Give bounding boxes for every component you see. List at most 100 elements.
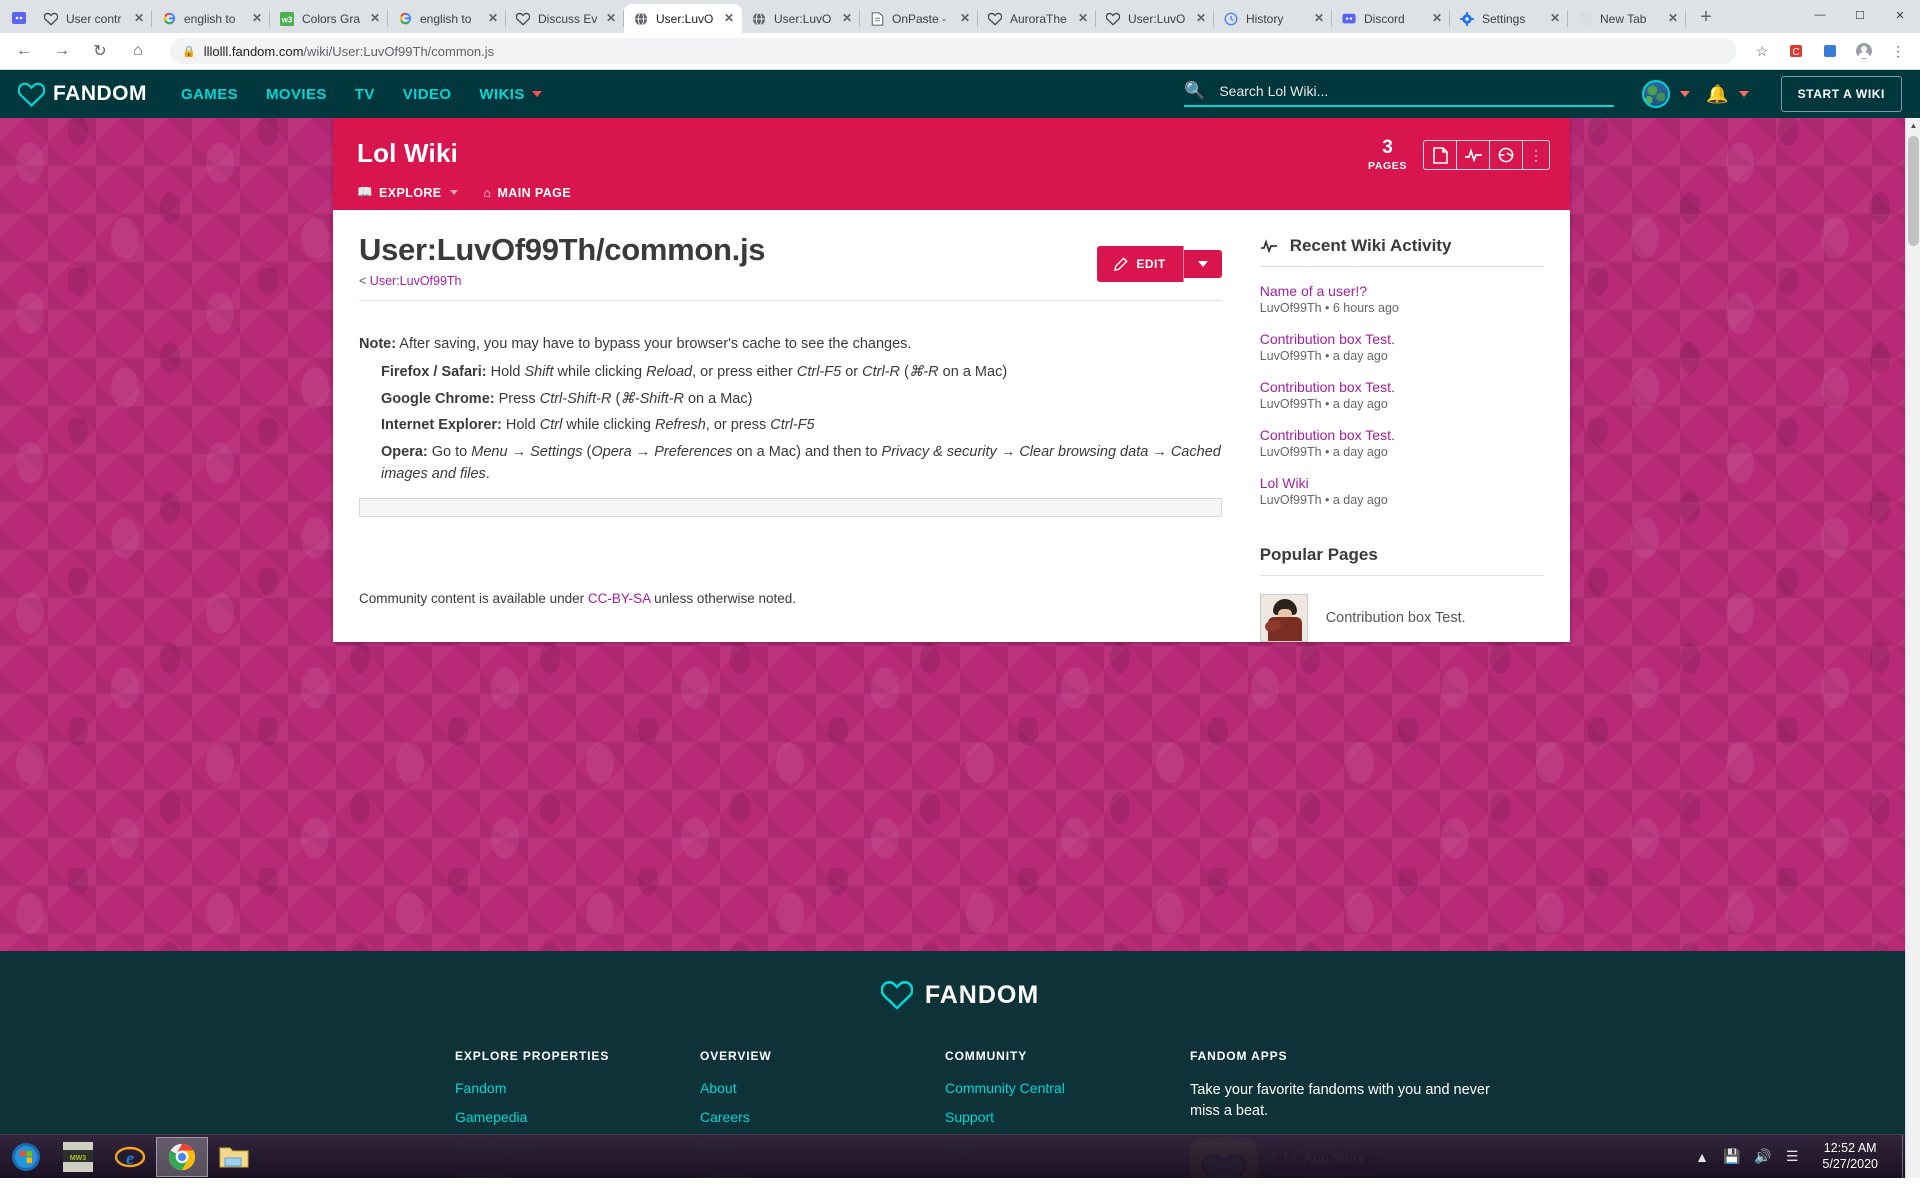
tab-close-icon[interactable]: ✕ [250, 11, 264, 26]
wiki-nav-explore[interactable]: 📖 EXPLORE [357, 185, 458, 200]
activity-item[interactable]: Name of a user!? LuvOf99Th • 6 hours ago [1260, 283, 1544, 315]
tab-close-icon[interactable]: ✕ [604, 11, 618, 26]
extension-blue-icon[interactable] [1818, 39, 1842, 63]
tab-close-icon[interactable]: ✕ [1194, 11, 1208, 26]
activity-item-title[interactable]: Contribution box Test. [1260, 331, 1544, 347]
activity-item-title[interactable]: Contribution box Test. [1260, 427, 1544, 443]
maximize-button[interactable]: ☐ [1840, 0, 1880, 30]
activity-icon[interactable] [1457, 141, 1490, 169]
tab-close-icon[interactable]: ✕ [840, 11, 854, 26]
show-hidden-icons-arrow[interactable]: ▲ [1695, 1149, 1709, 1165]
breadcrumb-link[interactable]: User:LuvOf99Th [370, 274, 462, 288]
browser-tab[interactable]: User:LuvO ✕ [624, 4, 742, 33]
global-nav-link-video[interactable]: VIDEO [403, 86, 452, 103]
internet-explorer-icon[interactable]: e [104, 1136, 156, 1178]
user-menu-caret-icon[interactable] [1680, 91, 1691, 97]
instruction-text: ( [611, 390, 621, 407]
tab-close-icon[interactable]: ✕ [1430, 11, 1444, 26]
global-nav-link-games[interactable]: GAMES [181, 86, 238, 103]
activity-item-title[interactable]: Lol Wiki [1260, 475, 1544, 491]
footer-link[interactable]: Gamepedia [455, 1109, 700, 1125]
bookmark-star-icon[interactable]: ☆ [1750, 39, 1774, 63]
global-search[interactable]: 🔍 [1184, 81, 1615, 107]
notifications-bell-icon[interactable]: 🔔 [1706, 84, 1728, 105]
activity-item[interactable]: Contribution box Test. LuvOf99Th • a day … [1260, 331, 1544, 363]
start-orb[interactable] [0, 1136, 52, 1178]
notifications-caret-icon[interactable] [1738, 91, 1749, 97]
minimize-button[interactable]: — [1800, 0, 1840, 30]
footer-link[interactable]: Community Central [945, 1080, 1190, 1096]
scroll-up-arrow-icon[interactable]: ▲ [1906, 118, 1920, 133]
chrome-menu-icon[interactable]: ⋮ [1886, 39, 1910, 63]
activity-item-title[interactable]: Contribution box Test. [1260, 379, 1544, 395]
home-icon[interactable]: ⌂ [124, 37, 152, 65]
edit-dropdown-button[interactable] [1183, 250, 1222, 278]
browser-tab[interactable]: Discuss Ev ✕ [506, 4, 624, 33]
code-editor-box[interactable] [359, 497, 1222, 517]
edit-button[interactable]: EDIT [1097, 246, 1184, 282]
search-input[interactable] [1219, 83, 1615, 99]
activity-item[interactable]: Lol Wiki LuvOf99Th • a day ago [1260, 475, 1544, 507]
global-nav-link-label: WIKIS [479, 85, 525, 103]
close-window-button[interactable]: ✕ [1880, 0, 1920, 30]
activity-item-title[interactable]: Name of a user!? [1260, 283, 1544, 299]
forward-icon[interactable]: → [48, 37, 76, 65]
browser-tab[interactable]: Settings ✕ [1450, 4, 1568, 33]
volume-icon[interactable]: 🔊 [1754, 1148, 1771, 1165]
footer-link[interactable]: Careers [700, 1109, 945, 1125]
browser-tab[interactable]: User contr ✕ [34, 4, 152, 33]
new-page-icon[interactable] [1424, 141, 1457, 169]
global-nav-link-movies[interactable]: MOVIES [266, 86, 327, 103]
discussion-icon[interactable] [1490, 141, 1523, 169]
tab-close-icon[interactable]: ✕ [132, 11, 146, 26]
file-explorer-icon[interactable] [208, 1136, 260, 1178]
browser-tab[interactable]: User:LuvO ✕ [1096, 4, 1214, 33]
footer-link[interactable]: About [700, 1080, 945, 1096]
footer-link[interactable]: Support [945, 1109, 1190, 1125]
popular-page-item[interactable]: Contribution box Test. [1259, 594, 1544, 642]
tab-close-icon[interactable]: ✕ [1666, 11, 1680, 26]
fandom-logo[interactable]: FANDOM [18, 81, 147, 108]
tab-close-icon[interactable]: ✕ [958, 11, 972, 26]
note-text: After saving, you may have to bypass you… [396, 336, 912, 352]
browser-tab[interactable]: New Tab ✕ [1568, 4, 1686, 33]
browser-tab[interactable]: AuroraThe ✕ [978, 4, 1096, 33]
more-icon[interactable]: ⋮ [1523, 141, 1549, 169]
browser-tab[interactable]: english to ✕ [152, 4, 270, 33]
address-bar[interactable]: 🔒 lllolll.fandom.com /wiki/User:LuvOf99T… [170, 38, 1736, 64]
user-avatar[interactable] [1642, 80, 1671, 108]
scrollbar-thumb[interactable] [1908, 136, 1919, 246]
profile-avatar-icon[interactable] [1852, 39, 1876, 63]
activity-item[interactable]: Contribution box Test. LuvOf99Th • a day … [1260, 379, 1544, 411]
tab-close-icon[interactable]: ✕ [1312, 11, 1326, 26]
usb-safely-remove-icon[interactable]: 💾 [1723, 1148, 1740, 1165]
browser-tab[interactable]: User:LuvO ✕ [742, 4, 860, 33]
reload-icon[interactable]: ↻ [86, 37, 114, 65]
tab-close-icon[interactable]: ✕ [1076, 11, 1090, 26]
tab-close-icon[interactable]: ✕ [368, 11, 382, 26]
activity-item[interactable]: Contribution box Test. LuvOf99Th • a day … [1260, 427, 1544, 459]
footer-link[interactable]: Fandom [455, 1080, 700, 1096]
edit-button-label: EDIT [1136, 257, 1166, 271]
tab-close-icon[interactable]: ✕ [486, 11, 500, 26]
browser-tab[interactable]: english to ✕ [388, 4, 506, 33]
browser-tab[interactable]: Discord ✕ [1332, 4, 1450, 33]
tab-close-icon[interactable]: ✕ [1548, 11, 1562, 26]
browser-tab[interactable]: History ✕ [1214, 4, 1332, 33]
chrome-icon[interactable] [156, 1136, 208, 1177]
start-a-wiki-button[interactable]: START A WIKI [1780, 76, 1902, 112]
browser-tab[interactable]: w3 Colors Gra ✕ [270, 4, 388, 33]
page-scrollbar[interactable]: ▲ [1905, 118, 1920, 1178]
call-of-duty-icon[interactable]: MW3 [52, 1136, 104, 1178]
tab-close-icon[interactable]: ✕ [722, 11, 736, 26]
network-signal-icon[interactable]: ☰ [1786, 1148, 1799, 1165]
clock[interactable]: 12:52 AM 5/27/2020 [1812, 1141, 1888, 1172]
license-link[interactable]: CC-BY-SA [588, 591, 651, 606]
extension-red-icon[interactable]: C [1784, 39, 1808, 63]
wiki-nav-main-page[interactable]: ⌂ MAIN PAGE [484, 186, 571, 200]
new-tab-button[interactable]: + [1692, 3, 1720, 31]
back-icon[interactable]: ← [10, 37, 38, 65]
browser-tab[interactable]: OnPaste - ✕ [860, 4, 978, 33]
global-nav-link-tv[interactable]: TV [355, 86, 375, 103]
global-nav-link-wikis[interactable]: WIKIS [479, 85, 542, 103]
